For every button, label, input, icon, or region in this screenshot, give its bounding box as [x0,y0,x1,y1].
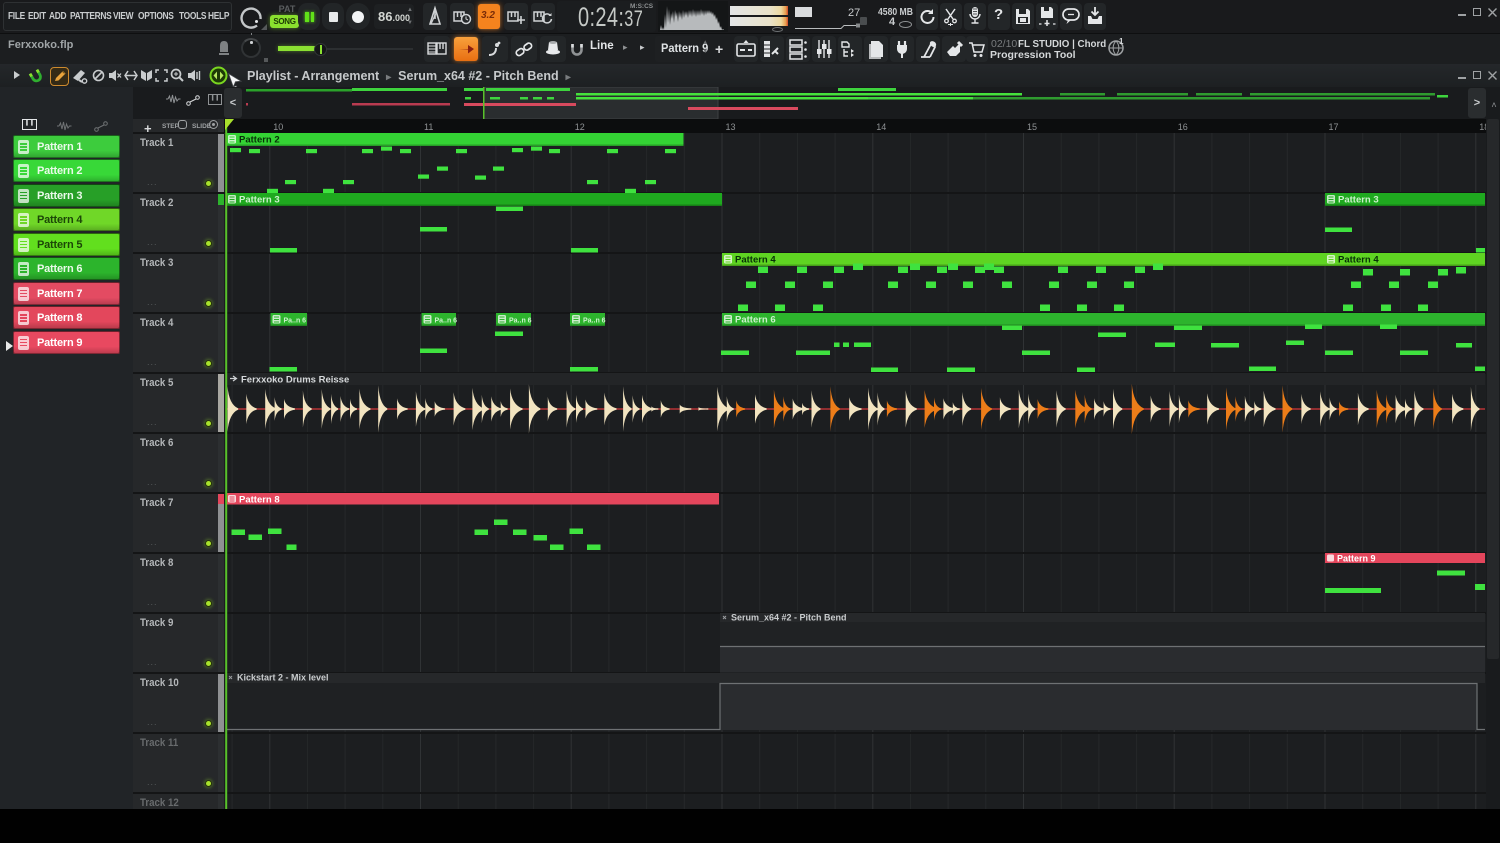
svg-text:Pattern 6: Pattern 6 [735,315,776,326]
svg-text:1: 1 [1119,38,1124,46]
svg-text:Pa..n 6: Pa..n 6 [509,318,532,325]
svg-text:Pattern 3: Pattern 3 [1338,195,1379,206]
svg-text:Pattern 9: Pattern 9 [1337,554,1376,564]
svg-text:15: 15 [1027,122,1037,132]
svg-text:Kickstart 2 - Mix level: Kickstart 2 - Mix level [237,673,329,683]
svg-text:Pattern 4: Pattern 4 [735,255,776,266]
svg-text:16: 16 [1178,122,1188,132]
svg-text:Pa..n 6: Pa..n 6 [435,318,458,325]
svg-text:Pattern 8: Pattern 8 [239,495,280,506]
svg-text:12: 12 [575,122,585,132]
svg-text:Serum_x64 #2 - Pitch Bend: Serum_x64 #2 - Pitch Bend [731,613,847,623]
svg-text:17: 17 [1329,122,1339,132]
svg-text:Pattern 4: Pattern 4 [1338,255,1379,266]
svg-text:Pa..n 6: Pa..n 6 [284,318,307,325]
svg-text:Pattern 3: Pattern 3 [239,195,280,206]
svg-text:14: 14 [876,122,886,132]
svg-text:Pa..n 6: Pa..n 6 [583,318,606,325]
svg-text:Pattern 2: Pattern 2 [239,135,280,146]
svg-text:10: 10 [273,122,283,132]
svg-text:13: 13 [726,122,736,132]
svg-text:Ferxxoko Drums Reisse: Ferxxoko Drums Reisse [241,375,349,386]
svg-text:11: 11 [424,122,433,132]
